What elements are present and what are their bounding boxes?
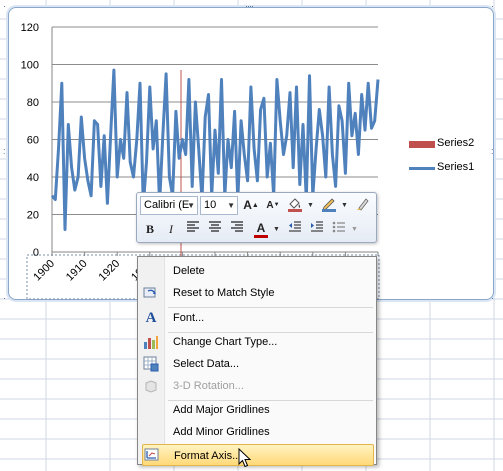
menu-item-add-major-gridlines[interactable]: Add Major Gridlines [140, 399, 374, 421]
context-menu: Delete Reset to Match Style A Font... Ch… [137, 256, 377, 466]
pencil-icon [322, 198, 336, 212]
y-tick-label: 60 [27, 135, 39, 147]
menu-item-select-data[interactable]: Select Data... [140, 353, 374, 375]
italic-button[interactable]: I [161, 220, 181, 239]
arrow-down-icon: ▼ [273, 202, 280, 208]
bullet-list-icon [332, 221, 345, 233]
y-tick-label: 80 [27, 97, 39, 109]
font-size-combo[interactable]: 10 ▼ [200, 196, 238, 215]
font-color-swatch [254, 235, 268, 238]
menu-item-3d-rotation: 3-D Rotation... [140, 375, 374, 397]
paint-bucket-icon [288, 198, 302, 212]
chevron-down-icon: ▼ [227, 201, 235, 210]
format-painter-button[interactable] [353, 196, 373, 215]
x-tick-label: 1920 [97, 258, 123, 284]
mini-toolbar: Calibri (E ▼ 10 ▼ A▲ A▼ ▼ ▼ B I A ▼ ▼ [136, 192, 377, 243]
grow-font-button[interactable]: A▲ [241, 196, 261, 215]
chevron-down-icon: ▼ [351, 226, 358, 233]
chevron-down-icon[interactable]: ▼ [273, 226, 280, 233]
reset-style-icon [143, 285, 159, 301]
align-right-button[interactable] [227, 220, 247, 239]
legend-swatch-series2 [409, 141, 435, 148]
menu-item-add-minor-gridlines[interactable]: Add Minor Gridlines [140, 421, 374, 443]
decrease-indent-button[interactable] [285, 220, 305, 239]
paintbrush-icon [357, 198, 369, 211]
align-right-icon [231, 221, 243, 232]
y-tick-label: 40 [27, 172, 39, 184]
legend-swatch-series1 [409, 167, 435, 170]
format-axis-icon [144, 447, 160, 463]
font-color-glyph: A [256, 221, 266, 235]
align-left-icon [187, 221, 199, 232]
arrow-up-icon: ▲ [251, 202, 259, 209]
fill-color-button[interactable] [285, 196, 305, 215]
align-center-icon [209, 221, 221, 232]
chevron-down-icon[interactable]: ▼ [341, 202, 348, 209]
bold-button[interactable]: B [140, 220, 160, 239]
menu-item-format-axis[interactable]: Format Axis... [142, 444, 374, 466]
x-tick-label: 1900 [31, 258, 57, 284]
shrink-font-button[interactable]: A▼ [263, 196, 283, 215]
chevron-down-icon[interactable]: ▼ [307, 202, 314, 209]
font-icon: A [145, 310, 157, 326]
chart-type-icon [143, 334, 159, 350]
legend-label-series2: Series2 [437, 137, 475, 149]
font-color-button[interactable]: A [251, 219, 271, 238]
select-data-icon [143, 356, 159, 372]
legend-label-series1: Series1 [437, 161, 475, 173]
menu-item-delete[interactable]: Delete [140, 260, 374, 282]
x-tick-label: 1910 [64, 258, 90, 284]
3d-rotation-icon [143, 378, 159, 394]
increase-indent-icon [311, 221, 323, 232]
menu-item-change-chart-type[interactable]: Change Chart Type... [140, 331, 374, 353]
font-name-combo[interactable]: Calibri (E ▼ [140, 196, 198, 215]
menu-item-font[interactable]: A Font... [140, 307, 374, 329]
increase-indent-button[interactable] [307, 220, 327, 239]
chevron-down-icon: ▼ [187, 201, 195, 210]
fill-color-swatch [288, 209, 302, 212]
y-tick-label: 120 [21, 22, 39, 34]
y-tick-label: 20 [27, 210, 39, 222]
font-name-value: Calibri (E [144, 199, 190, 211]
mouse-cursor-icon [238, 448, 252, 468]
line-color-button[interactable] [319, 196, 339, 215]
y-tick-label: 0 [33, 247, 39, 259]
align-left-button[interactable] [183, 220, 203, 239]
decrease-indent-icon [289, 221, 301, 232]
y-tick-label: 100 [21, 60, 39, 72]
menu-item-reset-to-match-style[interactable]: Reset to Match Style [140, 282, 374, 304]
font-size-value: 10 [204, 199, 217, 211]
align-center-button[interactable] [205, 220, 225, 239]
line-color-swatch [322, 209, 336, 212]
bullets-button[interactable] [329, 220, 349, 239]
